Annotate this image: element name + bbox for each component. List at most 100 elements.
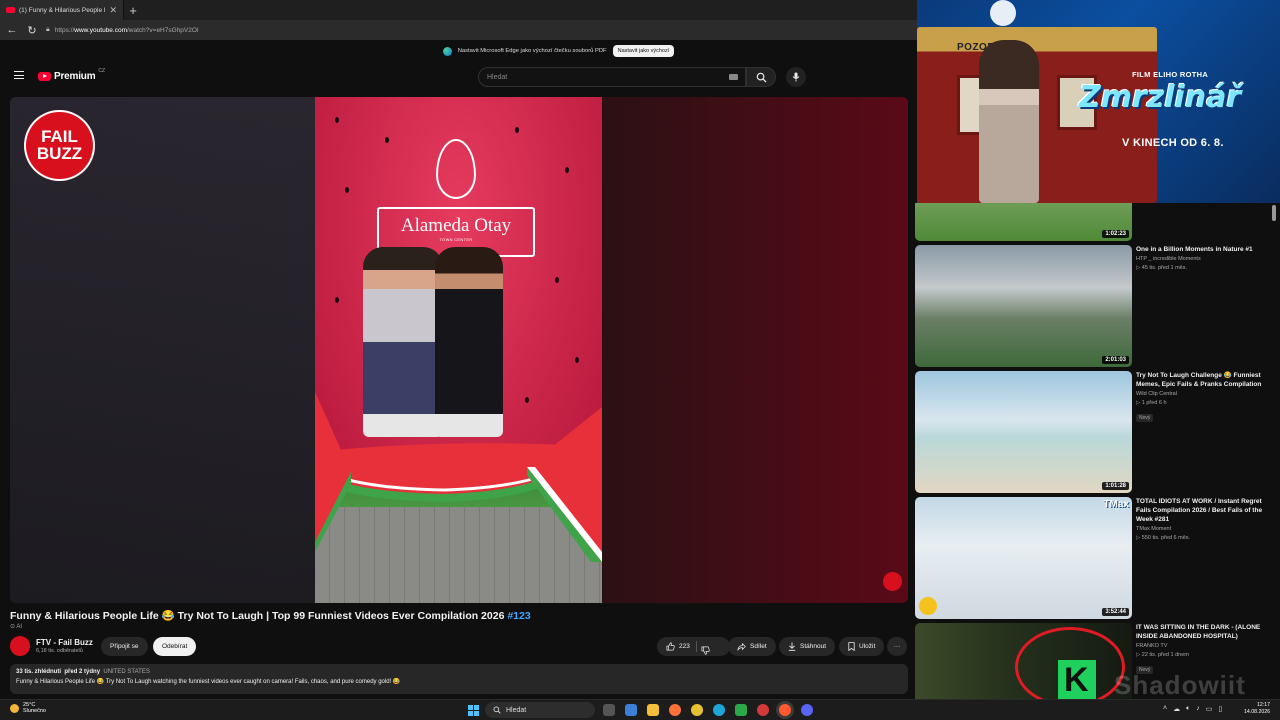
weather-widget[interactable]: 25°C Slunečno <box>10 702 46 715</box>
video-channel[interactable]: FRANKO TV <box>1136 643 1271 649</box>
network-icon[interactable]: ▭ <box>1206 705 1213 713</box>
clock[interactable]: 12:17 14.08.2026 <box>1244 702 1270 716</box>
discord-icon[interactable] <box>801 704 813 716</box>
share-button[interactable]: Sdílet <box>728 637 776 656</box>
store-icon[interactable] <box>735 704 747 716</box>
seed <box>555 277 559 283</box>
browser-tab[interactable]: (1) Funny & Hilarious People L ✕ <box>0 0 124 20</box>
set-default-button[interactable]: Nastavit jako výchozí <box>612 45 675 57</box>
save-button[interactable]: Uložit <box>839 637 885 656</box>
join-button[interactable]: Připojit se <box>101 637 148 656</box>
description-meta: 33 tis. zhlédnutí před 2 týdny UNITED ST… <box>16 669 902 675</box>
like-divider <box>696 641 697 652</box>
microphone-icon[interactable]: ♪ <box>1196 705 1200 713</box>
chevron-up-icon[interactable]: ˄ <box>1163 705 1167 713</box>
chrome-icon[interactable] <box>691 704 703 716</box>
url-field[interactable]: 🔒︎ https://www.youtube.com/watch?v=eH7sG… <box>46 23 911 37</box>
video-thumbnail[interactable]: 2:01:03 <box>915 245 1132 367</box>
channel-name[interactable]: FTV - Fail Buzz <box>36 638 93 647</box>
task-view-icon[interactable] <box>603 704 615 716</box>
dislike-button[interactable] <box>701 642 710 660</box>
thumbnail-overlay-text: TMax <box>1103 499 1129 510</box>
watermark-text: Shadowiit <box>1114 670 1246 700</box>
video-title[interactable]: TOTAL IDIOTS AT WORK / Instant Regret Fa… <box>1136 497 1271 524</box>
firefox-active-icon[interactable] <box>779 704 791 716</box>
seed <box>515 127 519 133</box>
youtube-logo[interactable]: Premium CZ <box>38 68 105 82</box>
video-location[interactable]: UNITED STATES <box>103 669 149 675</box>
close-tab-icon[interactable]: ✕ <box>109 5 117 16</box>
download-label: Stáhnout <box>800 643 827 650</box>
video-duration: 1:02:23 <box>1102 230 1129 238</box>
file-explorer-icon[interactable] <box>647 704 659 716</box>
address-bar: ← ↻ 🔒︎ https://www.youtube.com/watch?v=e… <box>0 20 917 40</box>
video-thumbnail[interactable]: 1:01:28 <box>915 371 1132 493</box>
channel-branding-icon[interactable] <box>883 572 902 591</box>
thumbs-down-icon <box>701 646 710 655</box>
youtube-favicon-icon <box>6 7 15 13</box>
ai-label-text: AI <box>16 624 23 630</box>
poster-figure <box>979 40 1039 203</box>
subscribe-button[interactable]: Odebírat <box>153 637 197 656</box>
windows-taskbar: 25°C Slunečno Hledat ˄ ☁ 🔈︎ ♪ ▭ ▯ 12:17 <box>0 699 1280 720</box>
search-placeholder: Hledat <box>487 73 508 81</box>
view-count: 33 tis. zhlédnutí <box>16 669 62 675</box>
video-thumbnail[interactable]: TMax 3:52:44 <box>915 497 1132 619</box>
video-info: One in a Billion Moments in Nature #1 HT… <box>1136 245 1271 271</box>
sign-name: Alameda Otay <box>400 215 512 236</box>
video-meta: ▷ 550 tis. před 6 měs. <box>1136 535 1191 542</box>
video-title: Funny & Hilarious People Life 😂 Try Not … <box>10 609 910 622</box>
buzz-text: BUZZ <box>36 143 83 163</box>
video-duration: 2:01:03 <box>1102 356 1129 364</box>
video-title[interactable]: IT WAS SITTING IN THE DARK - (ALONE INSI… <box>1136 623 1271 641</box>
video-duration: 3:52:44 <box>1102 608 1129 616</box>
edge-icon[interactable] <box>713 704 725 716</box>
edge-icon <box>442 46 452 56</box>
back-icon[interactable]: ← <box>6 24 18 36</box>
video-meta: ▷ 22 tis. před 1 dnem <box>1136 652 1189 659</box>
recommendation-list: 1:02:23 2:01:03 One in a Billion Moments… <box>915 203 1280 699</box>
scrollbar-thumb[interactable] <box>1272 205 1276 221</box>
video-thumbnail[interactable]: 1:02:23 <box>915 203 1132 241</box>
battery-icon[interactable]: ▯ <box>1218 705 1222 713</box>
reload-icon[interactable]: ↻ <box>26 24 38 37</box>
channel-avatar[interactable] <box>10 636 30 656</box>
video-meta: ▷ 1 před 6 h <box>1136 400 1167 407</box>
start-button-icon[interactable] <box>468 705 479 716</box>
channel-row: FTV - Fail Buzz 6,18 tis. odběratelů Při… <box>10 636 908 658</box>
more-actions-button[interactable]: ··· <box>887 637 907 656</box>
ad-film-title: Zmrzlinář <box>1079 80 1242 115</box>
description-box[interactable]: 33 tis. zhlédnutí před 2 týdny UNITED ST… <box>10 664 908 694</box>
widgets-icon[interactable] <box>625 704 637 716</box>
search-button[interactable] <box>746 67 776 87</box>
video-duration: 1:01:28 <box>1102 482 1129 490</box>
menu-icon[interactable] <box>14 71 24 79</box>
video-channel[interactable]: TMax Moment <box>1136 526 1271 532</box>
keyboard-icon[interactable] <box>729 74 738 80</box>
video-title[interactable]: Try Not To Laugh Challenge 😂 Funniest Me… <box>1136 371 1271 389</box>
volume-icon[interactable]: 🔈︎ <box>1186 705 1190 713</box>
video-channel[interactable]: HTP _ incredible Moments <box>1136 256 1271 262</box>
search-input[interactable]: Hledat <box>478 67 746 87</box>
player-backdrop-right <box>602 97 908 603</box>
url-prefix: https:// <box>54 26 75 34</box>
cloud-icon[interactable]: ☁ <box>1173 705 1180 713</box>
app-icon[interactable] <box>757 704 769 716</box>
video-player[interactable]: Alameda Otay TOWN CENTER FAIL BUZZ <box>10 97 908 603</box>
video-channel[interactable]: Wild Clip Central <box>1136 391 1271 397</box>
firefox-icon[interactable] <box>669 704 681 716</box>
download-button[interactable]: Stáhnout <box>779 637 836 656</box>
video-info: Try Not To Laugh Challenge 😂 Funniest Me… <box>1136 371 1271 424</box>
voice-search-button[interactable] <box>786 67 806 87</box>
taskbar-search[interactable]: Hledat <box>485 702 595 718</box>
movie-ad-banner[interactable]: POZOR DĚTI FILM ELIHO ROTHA Zmrzlinář V … <box>917 0 1280 203</box>
k-logo-icon <box>1058 660 1096 700</box>
upload-date: před 2 týdny <box>64 669 101 675</box>
video-title[interactable]: One in a Billion Moments in Nature #1 <box>1136 245 1271 254</box>
lock-icon: 🔒︎ <box>46 26 50 33</box>
ice-cream-mascot-icon <box>990 0 1016 26</box>
like-button[interactable]: 223 <box>657 637 730 656</box>
new-tab-button[interactable]: + <box>124 3 142 18</box>
hashtag-link[interactable]: #123 <box>507 610 530 622</box>
save-label: Uložit <box>859 643 876 650</box>
